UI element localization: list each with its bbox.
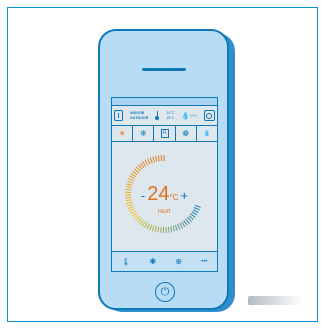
outdoor-label: OUTDOOR (129, 115, 149, 120)
setpoint-value: 24 (147, 183, 170, 205)
mode-selector: ☀ ❄ A ❁ 💧 (112, 126, 217, 142)
dial-tick (139, 162, 145, 169)
dial-tick (160, 226, 162, 233)
thermometer-icon (155, 111, 160, 120)
dial-tick (144, 222, 148, 229)
location-labels: INDOOR OUTDOOR (130, 111, 148, 120)
thermostat-dial[interactable]: - 24 °C + HEAT (112, 142, 217, 252)
status-strip (112, 98, 217, 106)
dial-tick (129, 175, 135, 180)
app-screen: INDOOR OUTDOOR 24°C 19°C 💧〰 ☀ ❄ A ❁ 💧 - … (111, 97, 218, 272)
dial-tick (188, 215, 194, 220)
dial-tick (149, 224, 153, 231)
dial-tick (146, 223, 151, 230)
dial-tick (144, 159, 149, 166)
dial-tick (147, 158, 151, 165)
dial-tick (186, 216, 192, 222)
speaker-grille (142, 68, 186, 71)
settings-icon[interactable]: ✱ (150, 257, 157, 266)
dial-tick (149, 157, 153, 164)
dial-tick (141, 221, 146, 227)
temperature-display: - 24 °C + (112, 183, 217, 206)
auto-icon: A (160, 129, 169, 138)
dial-tick (133, 168, 140, 174)
dial-tick (174, 224, 178, 231)
dial-tick (179, 222, 183, 229)
dial-tick (181, 221, 186, 228)
more-icon[interactable]: ••• (201, 259, 207, 265)
dial-tick (127, 178, 134, 182)
power-icon: ⏻ (160, 285, 170, 298)
humidity-icon: 💧〰 (181, 112, 197, 120)
dial-tick (167, 226, 170, 233)
indoor-temp: 24°C (166, 111, 175, 115)
dial-tick (130, 173, 137, 178)
phone-shadow (248, 296, 304, 305)
thermometer-nav-icon[interactable]: 🌡 (122, 258, 131, 266)
outdoor-temp: 19°C (166, 115, 175, 120)
fan-icon: ❁ (182, 129, 190, 138)
droplet-icon: 💧 (203, 131, 211, 137)
current-mode-label: HEAT (158, 209, 171, 215)
dial-tick (133, 214, 139, 220)
dial-tick (185, 218, 190, 224)
climate-status-bar: INDOOR OUTDOOR 24°C 19°C 💧〰 (112, 106, 217, 126)
increase-temp-button[interactable]: + (180, 188, 188, 203)
timer-nav-icon[interactable]: ⊕ (175, 257, 182, 266)
bottom-navigation: 🌡 ✱ ⊕ ••• (112, 251, 217, 271)
sun-icon: ☀ (118, 129, 126, 138)
snowflake-icon: ❄ (139, 129, 147, 138)
dial-tick (139, 219, 144, 225)
mode-cool-button[interactable]: ❄ (133, 126, 155, 141)
dial-tick (151, 225, 155, 232)
dial-tick (155, 155, 158, 162)
dial-tick (137, 217, 143, 224)
mode-dry-button[interactable]: 💧 (197, 126, 217, 141)
dial-tick (135, 166, 141, 172)
dial-tick (177, 223, 181, 230)
temp-unit: °C (169, 193, 179, 202)
dial-tick (142, 161, 147, 167)
dial-tick (183, 220, 188, 226)
dial-tick (135, 216, 141, 222)
mode-heat-button[interactable]: ☀ (112, 126, 134, 141)
timer-icon[interactable] (203, 110, 215, 121)
power-button[interactable]: ⏻ (155, 282, 175, 302)
decrease-temp-button[interactable]: - (141, 188, 145, 203)
dial-tick (132, 170, 138, 176)
dial-tick (157, 226, 160, 233)
standby-icon[interactable] (114, 110, 123, 121)
dial-tick (172, 225, 176, 232)
mode-fan-button[interactable]: ❁ (176, 126, 197, 141)
dial-tick (152, 156, 156, 163)
temperature-readings: 24°C 19°C (166, 111, 174, 120)
phone: INDOOR OUTDOOR 24°C 19°C 💧〰 ☀ ❄ A ❁ 💧 - … (98, 29, 229, 310)
mode-auto-button[interactable]: A (154, 126, 176, 141)
dial-tick (137, 164, 143, 170)
dial-tick (170, 226, 173, 233)
dial-tick (157, 155, 160, 162)
dial-tick (154, 225, 157, 233)
